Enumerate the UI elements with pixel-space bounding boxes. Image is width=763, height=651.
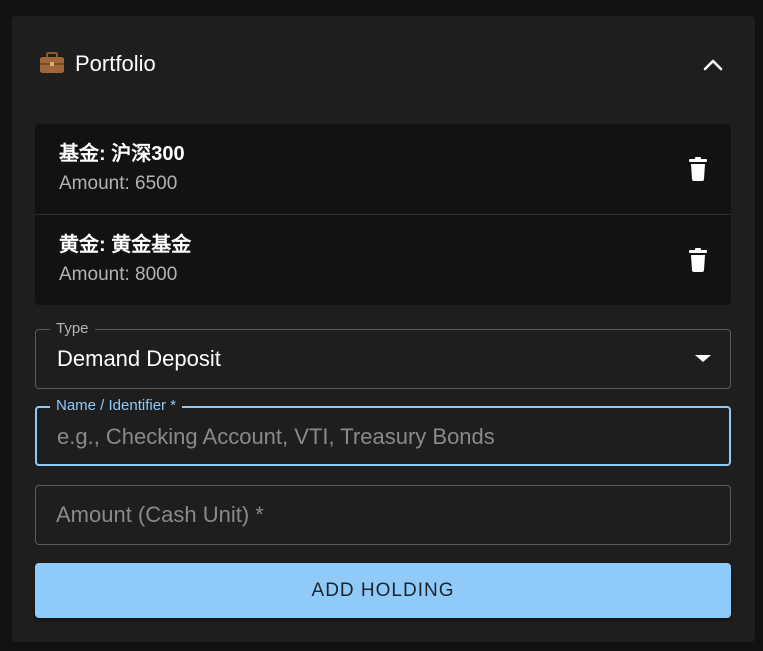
dropdown-arrow-icon [695, 355, 711, 362]
delete-button[interactable] [683, 154, 713, 184]
holding-amount: Amount: 8000 [59, 264, 178, 285]
holding-name: 黄金: 黄金基金 [59, 234, 192, 256]
briefcase-icon [39, 52, 65, 74]
name-field[interactable]: Name / Identifier * [35, 396, 731, 466]
holdings-list: 基金: 沪深300 Amount: 6500 黄金: 黄金基金 Amount: … [35, 124, 731, 305]
holding-amount: Amount: 6500 [59, 173, 178, 194]
holding-name: 基金: 沪深300 [59, 143, 185, 165]
list-item: 基金: 沪深300 Amount: 6500 [35, 124, 731, 214]
trash-icon [689, 157, 707, 181]
type-label: Type [50, 319, 95, 339]
name-input[interactable] [57, 422, 697, 452]
amount-input[interactable] [56, 500, 696, 530]
collapse-button[interactable] [697, 49, 729, 81]
page-title: Portfolio [75, 51, 156, 76]
amount-field[interactable] [35, 485, 731, 545]
type-select[interactable]: Type Demand Deposit [35, 319, 731, 389]
chevron-up-icon [703, 59, 723, 71]
name-label: Name / Identifier * [50, 396, 183, 416]
portfolio-card: Portfolio 基金: 沪深300 Amount: 6500 黄金: 黄金基… [12, 16, 755, 642]
trash-icon [689, 248, 707, 272]
list-item: 黄金: 黄金基金 Amount: 8000 [35, 214, 731, 305]
type-value: Demand Deposit [57, 346, 221, 371]
add-holding-label: ADD HOLDING [311, 579, 455, 601]
delete-button[interactable] [683, 245, 713, 275]
portfolio-header[interactable]: Portfolio [12, 16, 755, 112]
add-holding-button[interactable]: ADD HOLDING [35, 563, 731, 618]
